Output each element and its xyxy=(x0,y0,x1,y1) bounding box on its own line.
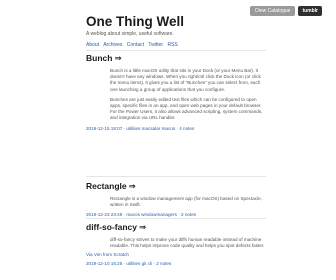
post-paragraph: Rectangle is a window management app (fo… xyxy=(110,196,262,208)
post-title-text[interactable]: Rectangle xyxy=(86,181,127,191)
arrow-icon[interactable]: ⇒ xyxy=(114,53,121,63)
divider xyxy=(86,218,266,219)
post-title[interactable]: Bunch ⇒ xyxy=(86,53,266,64)
divider xyxy=(86,176,266,177)
nav-link-rss[interactable]: RSS xyxy=(167,42,177,48)
post-meta[interactable]: 2019-12-15 18:07 · utilities macsalar ma… xyxy=(86,126,266,131)
arrow-icon[interactable]: ⇒ xyxy=(139,222,146,232)
nav-link-twitter[interactable]: Twitter xyxy=(148,42,163,48)
via-link[interactable]: Via Vim from Scratch xyxy=(86,252,266,257)
site-nav: About Archives Contact Twitter RSS xyxy=(86,42,181,48)
post-rectangle: Rectangle ⇒ Rectangle is a window managem… xyxy=(86,181,266,217)
post-body: Bunch is a little macOS utility that sit… xyxy=(86,68,266,122)
post-body: diff-so-fancy strives to make your diffs… xyxy=(86,237,266,249)
post-meta[interactable]: 2019-12-10 16:25 · utilities git cli · 2… xyxy=(86,261,266,266)
top-bar: Oiew Catalogue tumblr xyxy=(249,6,322,16)
post-title[interactable]: diff-so-fancy ⇒ xyxy=(86,222,266,233)
post-title-text[interactable]: Bunch xyxy=(86,53,112,63)
post-paragraph: diff-so-fancy strives to make your diffs… xyxy=(110,237,265,249)
post-title-text[interactable]: diff-so-fancy xyxy=(86,222,137,232)
post-paragraph: Bunch is a little macOS utility that sit… xyxy=(110,68,261,92)
site-tagline: A weblog about simple, useful software. xyxy=(86,31,174,37)
nav-link-contact[interactable]: Contact xyxy=(127,42,144,48)
post-diff-so-fancy: diff-so-fancy ⇒ diff-so-fancy strives to … xyxy=(86,222,266,266)
nav-link-about[interactable]: About xyxy=(86,42,99,48)
arrow-icon[interactable]: ⇒ xyxy=(129,181,136,191)
nav-link-archives[interactable]: Archives xyxy=(103,42,122,48)
divider xyxy=(86,50,266,51)
post-body: Rectangle is a window management app (fo… xyxy=(86,196,266,208)
post-bunch: Bunch ⇒ Bunch is a little macOS utility t… xyxy=(86,53,266,131)
theme-button[interactable]: Oiew Catalogue xyxy=(249,6,296,16)
post-paragraph: Bunches are just easily edited text file… xyxy=(110,96,263,121)
site-title[interactable]: One Thing Well xyxy=(86,14,184,29)
post-meta[interactable]: 2019-12-23 23:49 · macos windowmanagers … xyxy=(86,212,266,217)
tumblr-button[interactable]: tumblr xyxy=(298,6,322,16)
post-title[interactable]: Rectangle ⇒ xyxy=(86,181,266,192)
